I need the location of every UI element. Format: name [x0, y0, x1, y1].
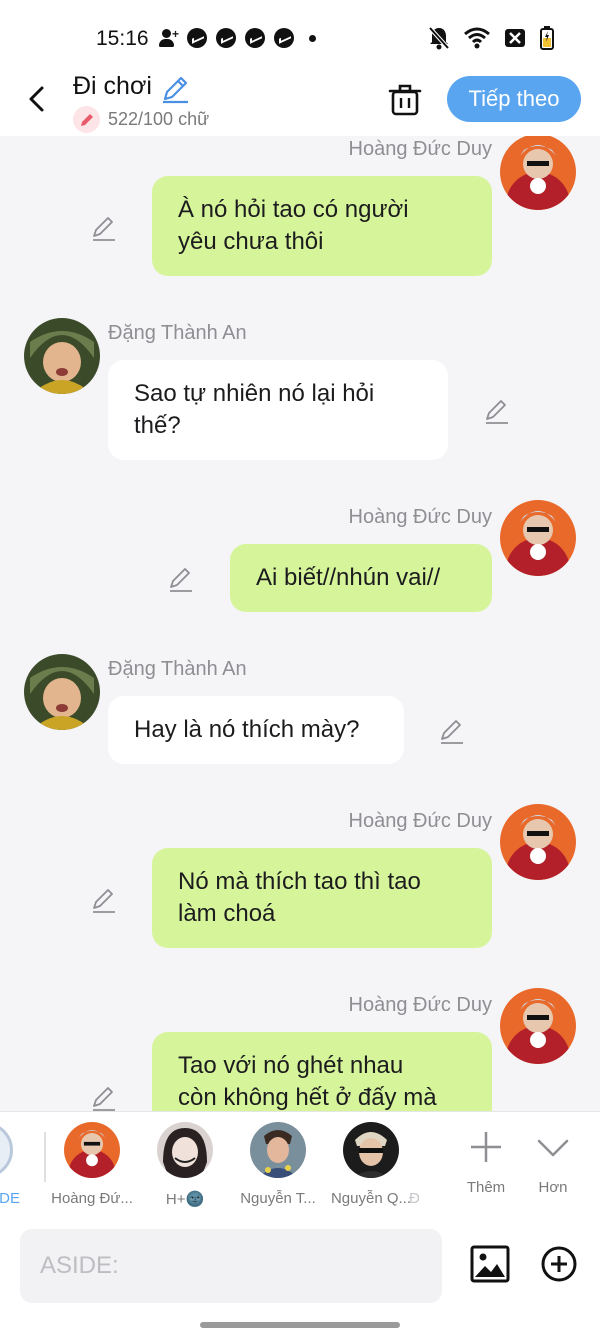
add-character-button[interactable]: Thêm [456, 1130, 516, 1196]
plus-icon [471, 1132, 501, 1162]
delete-button[interactable] [386, 80, 424, 118]
character-nguyen-q[interactable]: Nguyễn Q... [326, 1122, 416, 1207]
character-label: H+🌚 [165, 1191, 205, 1208]
page-title[interactable]: Đi chơi [73, 72, 152, 101]
character-aside[interactable]: DE [0, 1122, 30, 1207]
status-bar: 15:16 + [0, 0, 600, 76]
message-text-line: Tao với nó ghét nhau [178, 1052, 404, 1079]
character-nguyen-t[interactable]: Nguyễn T... [233, 1122, 323, 1207]
message-bubble[interactable]: Nó mà thích tao thì tao làm choá [152, 848, 492, 948]
add-circle-button[interactable] [540, 1245, 578, 1283]
sender-name: Đặng Thành An [108, 658, 247, 680]
message-text-line: làm choá [178, 900, 276, 927]
chevron-down-icon [537, 1139, 569, 1157]
avatar[interactable] [500, 804, 576, 880]
character-label: Đ [409, 1190, 420, 1207]
edit-message-icon[interactable] [167, 565, 195, 593]
sender-name: Hoàng Đức Duy [348, 506, 492, 528]
wifi-icon [464, 27, 490, 49]
sender-name: Hoàng Đức Duy [348, 138, 492, 160]
sender-name: Đặng Thành An [108, 322, 247, 344]
character-label: Nguyễn Q... [330, 1190, 412, 1207]
avatar[interactable] [500, 500, 576, 576]
image-button[interactable] [470, 1245, 510, 1283]
character-bar: DE Hoàng Đứ... H+🌚 Nguyễn T... Nguyễn Q.… [0, 1111, 600, 1219]
edit-message-icon[interactable] [90, 1084, 118, 1111]
next-button[interactable]: Tiếp theo [447, 76, 581, 122]
sender-name: Hoàng Đức Duy [348, 810, 492, 832]
avatar [250, 1122, 306, 1178]
chat-area[interactable]: Hoàng Đức Duy À nó hỏi tao có người yêu … [0, 136, 600, 1111]
message-text-line: thế? [134, 412, 181, 439]
header: Đi chơi 522/100 chữ Tiếp theo [0, 72, 600, 136]
message-text-line: À nó hỏi tao có người [178, 196, 409, 223]
edit-title-icon[interactable] [160, 74, 190, 104]
more-button[interactable]: Hơn [523, 1130, 583, 1196]
edit-message-icon[interactable] [90, 214, 118, 242]
sender-name: Hoàng Đức Duy [348, 994, 492, 1016]
message-bubble[interactable]: Sao tự nhiên nó lại hỏi thế? [108, 360, 448, 460]
character-partial[interactable]: Đ [409, 1122, 449, 1207]
character-hoang-duc-duy[interactable]: Hoàng Đứ... [47, 1122, 137, 1207]
messenger-icon [274, 28, 294, 48]
notification-icons: + [158, 28, 316, 48]
edit-message-icon[interactable] [438, 717, 466, 745]
avatar[interactable] [500, 136, 576, 210]
char-count-badge [73, 106, 100, 133]
pencil-icon [80, 113, 93, 126]
avatar[interactable] [24, 318, 100, 394]
divider [44, 1132, 46, 1182]
character-label: DE [0, 1190, 20, 1207]
message-text-line: Ai biết//nhún vai// [256, 564, 441, 591]
add-label: Thêm [466, 1179, 506, 1196]
no-sim-icon [505, 29, 525, 47]
battery-icon [540, 26, 554, 50]
aside-input[interactable] [20, 1229, 442, 1303]
back-button[interactable] [22, 84, 52, 114]
messenger-icon [216, 28, 236, 48]
character-label: Hoàng Đứ... [51, 1190, 133, 1207]
avatar[interactable] [500, 988, 576, 1064]
mute-icon [428, 26, 450, 50]
edit-message-icon[interactable] [483, 397, 511, 425]
avatar [64, 1122, 120, 1178]
char-count-text: 522/100 chữ [108, 109, 210, 129]
message-text-line: Nó mà thích tao thì tao [178, 868, 421, 895]
more-label: Hơn [538, 1179, 568, 1196]
system-icons [428, 26, 554, 50]
input-bar [0, 1219, 600, 1340]
message-bubble[interactable]: Ai biết//nhún vai// [230, 544, 492, 612]
character-label: Nguyễn T... [240, 1190, 316, 1207]
home-indicator[interactable] [200, 1322, 400, 1328]
dot-icon [309, 34, 316, 42]
edit-message-icon[interactable] [90, 886, 118, 914]
avatar[interactable] [24, 654, 100, 730]
message-text-line: Sao tự nhiên nó lại hỏi [134, 380, 375, 407]
messenger-icon [245, 28, 265, 48]
message-bubble[interactable]: Hay là nó thích mày? [108, 696, 404, 764]
message-text-line: còn không hết ở đấy mà [178, 1084, 437, 1111]
char-count: 522/100 chữ [73, 106, 209, 133]
add-person-icon: + [158, 28, 179, 48]
message-text-line: yêu chưa thôi [178, 228, 324, 255]
message-bubble[interactable]: Tao với nó ghét nhau còn không hết ở đấy… [152, 1032, 492, 1111]
avatar [157, 1122, 213, 1178]
messenger-icon [187, 28, 207, 48]
avatar [343, 1122, 399, 1178]
avatar [0, 1122, 13, 1178]
status-time: 15:16 [96, 27, 149, 50]
character-h-plus[interactable]: H+🌚 [140, 1122, 230, 1208]
message-bubble[interactable]: À nó hỏi tao có người yêu chưa thôi [152, 176, 492, 276]
message-text-line: Hay là nó thích mày? [134, 716, 360, 743]
